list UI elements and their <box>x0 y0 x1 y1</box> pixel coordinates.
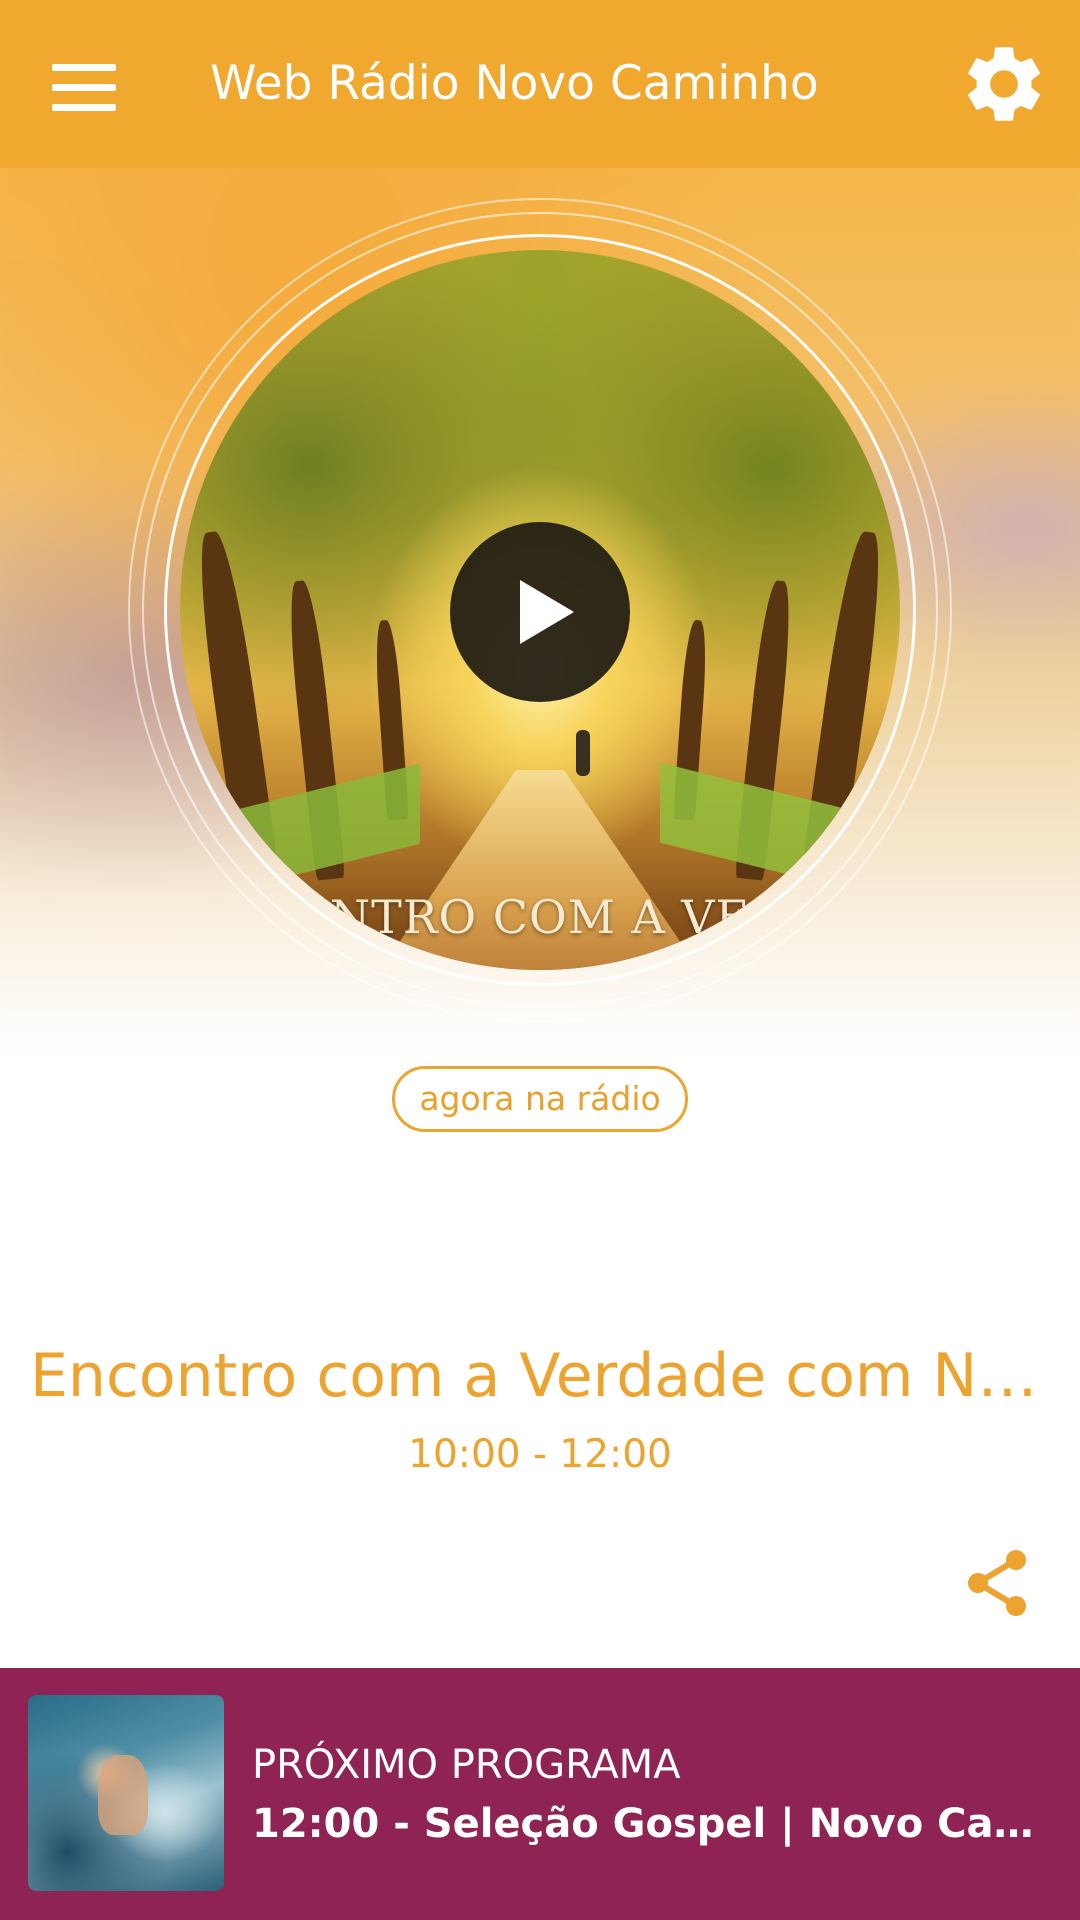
next-program-label: PRÓXIMO PROGRAMA <box>252 1742 681 1788</box>
next-program-bar[interactable] <box>0 1668 1080 1920</box>
now-on-air-badge: agora na rádio <box>392 1066 688 1132</box>
next-program-thumbnail <box>28 1695 224 1891</box>
play-button[interactable] <box>450 522 630 702</box>
next-program-title: 12:00 - Seleção Gospel | Novo Caminh… <box>252 1801 1068 1847</box>
gear-icon[interactable] <box>958 38 1050 130</box>
walker-figure <box>576 730 590 776</box>
current-program-time: 10:00 - 12:00 <box>408 1432 672 1477</box>
artwork-caption: NTRO COM A VE <box>329 890 751 944</box>
share-icon[interactable] <box>966 1548 1030 1618</box>
app-bar: Web Rádio Novo Caminho <box>0 0 1080 168</box>
player-hero: NTRO COM A VE <box>0 168 1080 1088</box>
hamburger-menu-icon[interactable] <box>40 52 130 122</box>
app-title: Web Rádio Novo Caminho <box>210 56 819 111</box>
play-icon <box>520 580 574 644</box>
current-program-title: Encontro com a Verdade com Nelso… <box>30 1341 1050 1411</box>
